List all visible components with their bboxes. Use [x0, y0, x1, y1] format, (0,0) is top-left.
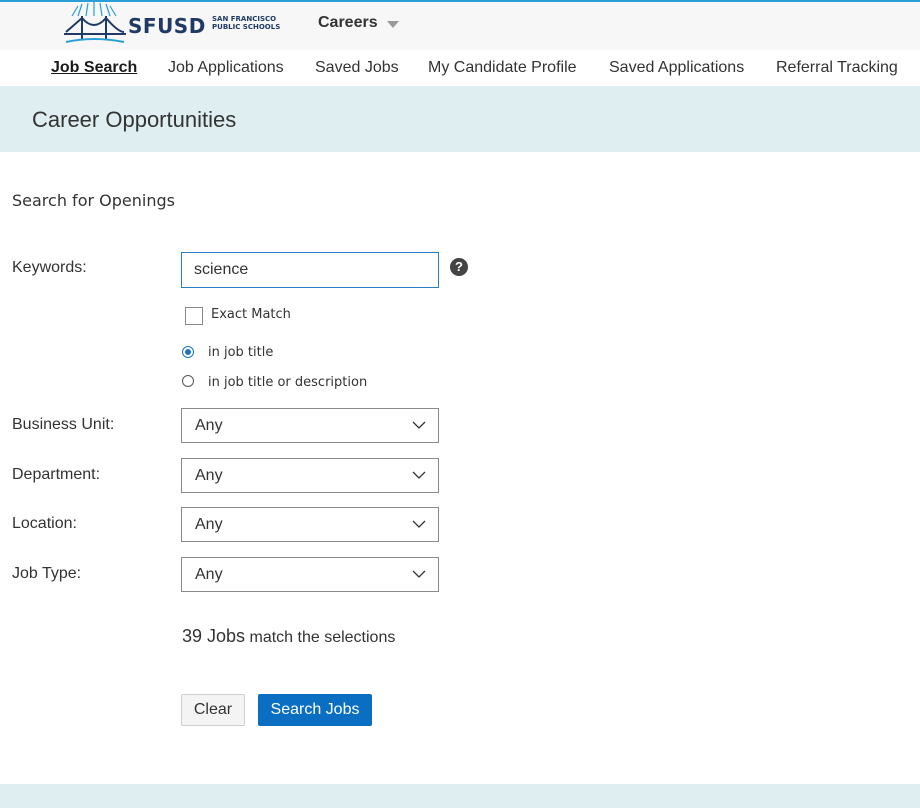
logo-text: SFUSD	[128, 14, 206, 38]
job-type-select[interactable]: Any	[181, 557, 439, 592]
nav-saved-jobs[interactable]: Saved Jobs	[315, 59, 399, 77]
nav-my-candidate-profile[interactable]: My Candidate Profile	[428, 59, 577, 77]
department-value: Any	[195, 467, 223, 484]
search-jobs-button[interactable]: Search Jobs	[258, 694, 372, 726]
department-label: Department:	[12, 466, 101, 483]
chevron-down-icon	[412, 471, 426, 479]
nav-job-applications[interactable]: Job Applications	[168, 59, 284, 77]
exact-match-label: Exact Match	[211, 307, 291, 322]
logo-subtext: SAN FRANCISCO PUBLIC SCHOOLS	[212, 15, 281, 31]
chevron-down-icon	[412, 570, 426, 578]
location-value: Any	[195, 516, 223, 533]
radio-in-job-title[interactable]	[182, 346, 194, 358]
chevron-down-icon	[412, 421, 426, 429]
chevron-down-icon[interactable]	[387, 21, 399, 28]
section-title: Search for Openings	[12, 191, 175, 210]
business-unit-value: Any	[195, 417, 223, 434]
help-icon[interactable]: ?	[450, 258, 468, 276]
exact-match-checkbox[interactable]	[185, 307, 203, 325]
nav-job-search[interactable]: Job Search	[51, 59, 137, 77]
careers-menu[interactable]: Careers	[318, 14, 378, 32]
top-header-bar: SFUSD SAN FRANCISCO PUBLIC SCHOOLS Caree…	[0, 0, 920, 50]
nav-saved-applications[interactable]: Saved Applications	[609, 59, 744, 77]
keywords-input[interactable]	[181, 252, 439, 288]
clear-button[interactable]: Clear	[181, 694, 245, 726]
radio-in-job-title-or-description-label: in job title or description	[208, 375, 368, 390]
keywords-label: Keywords:	[12, 259, 87, 276]
jobs-count: 39 Jobs match the selections	[182, 626, 395, 647]
jobs-count-number: 39 Jobs	[182, 626, 246, 646]
radio-in-job-title-label: in job title	[208, 345, 274, 360]
business-unit-label: Business Unit:	[12, 416, 115, 433]
page-title: Career Opportunities	[32, 107, 237, 132]
jobs-count-suffix: match the selections	[249, 629, 396, 646]
job-type-value: Any	[195, 566, 223, 583]
job-type-label: Job Type:	[12, 565, 82, 582]
radio-in-job-title-or-description[interactable]	[182, 375, 194, 387]
sfusd-logo[interactable]: SFUSD SAN FRANCISCO PUBLIC SCHOOLS	[64, 2, 284, 48]
chevron-down-icon	[412, 520, 426, 528]
footer-band	[0, 784, 920, 808]
page-banner: Career Opportunities	[0, 86, 920, 152]
nav-referral-tracking[interactable]: Referral Tracking	[776, 59, 898, 77]
golden-gate-bridge-icon	[64, 2, 126, 43]
business-unit-select[interactable]: Any	[181, 408, 439, 443]
department-select[interactable]: Any	[181, 458, 439, 493]
main-nav: Job Search Job Applications Saved Jobs M…	[0, 50, 920, 86]
location-select[interactable]: Any	[181, 507, 439, 542]
location-label: Location:	[12, 515, 77, 532]
